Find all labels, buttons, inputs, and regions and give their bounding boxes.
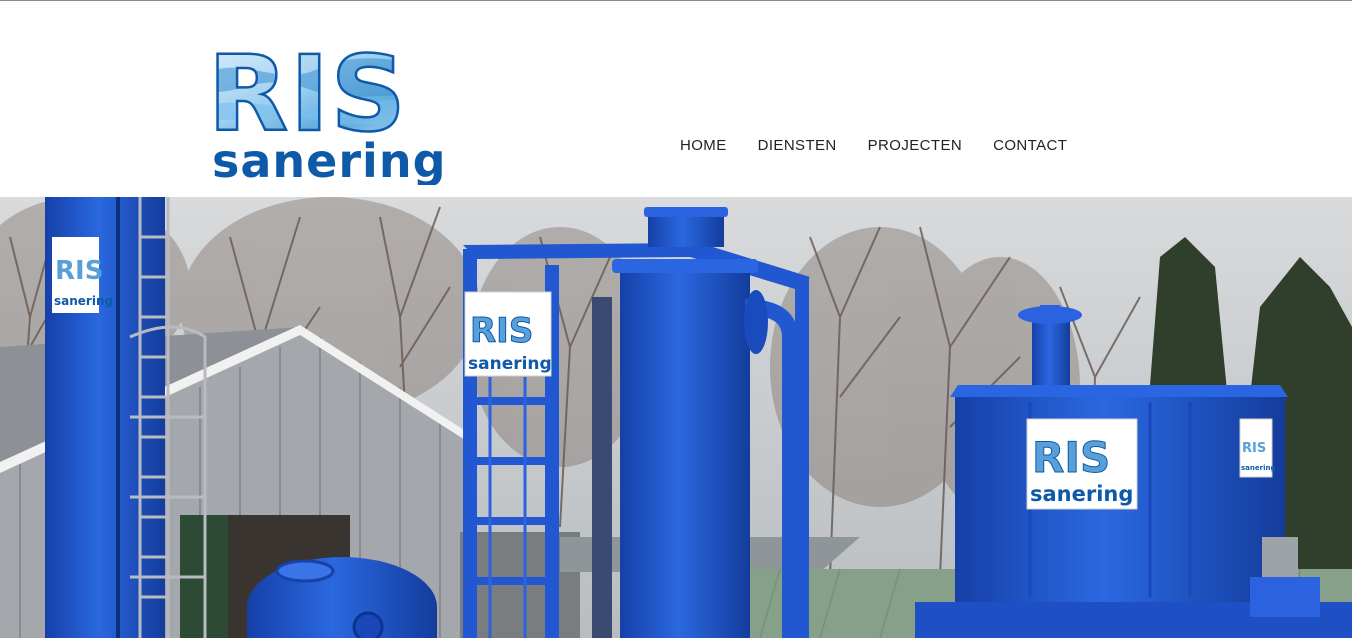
ris-sanering-logo[interactable]: RIS RIS sanering [208,27,466,185]
container-sign-top: RIS [1032,433,1110,482]
nav-contact-link[interactable]: CONTACT [993,137,1067,155]
column-sign-top: RIS [55,256,103,286]
hero-illustration: RIS sanering RIS sanering RIS sanering R… [0,197,1352,638]
frame-sign-bottom: sanering [468,354,552,374]
container-sign-bottom: sanering [1030,482,1133,506]
logo-sanering-text: sanering [212,134,447,185]
container-sign: RIS sanering [1026,418,1138,510]
main-nav: HOME DIENSTEN PROJECTEN CONTACT [680,137,1098,155]
nav-diensten-link[interactable]: DIENSTEN [758,137,837,155]
hero-image: RIS sanering RIS sanering RIS sanering R… [0,197,1352,638]
nav-projecten-link[interactable]: PROJECTEN [868,137,962,155]
nav-home-link[interactable]: HOME [680,137,727,155]
column-sign-bottom: sanering [54,294,113,308]
side-sign-top: RIS [1242,441,1266,456]
side-sign-bottom: sanering [1241,464,1275,472]
frame-sign-top: RIS [470,311,533,351]
frame-sign: RIS sanering [464,291,552,377]
container-side-sign: RIS sanering [1239,418,1275,478]
site-header: RIS RIS sanering HOME DIENSTEN PROJECTEN… [0,1,1352,197]
